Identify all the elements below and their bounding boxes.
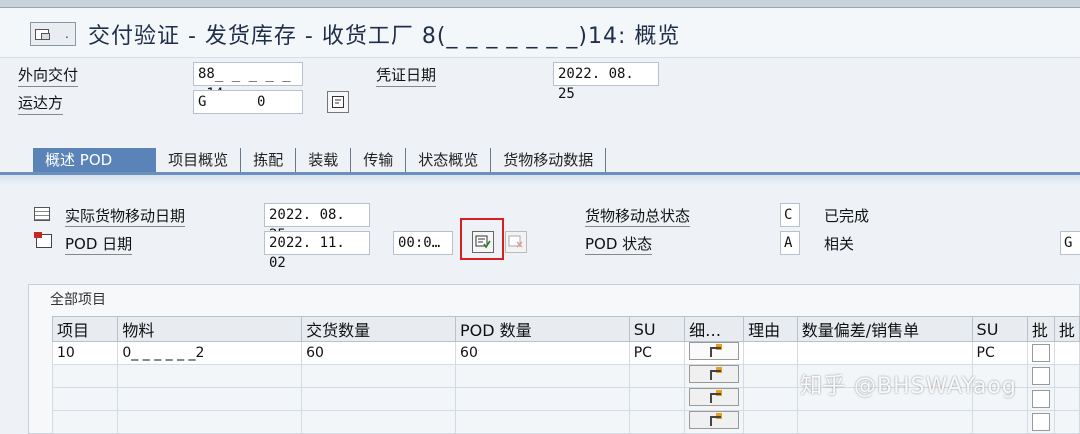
cell-su-2: PC <box>971 341 1028 365</box>
col-reason[interactable]: 理由 <box>743 316 798 342</box>
col-su[interactable]: SU <box>628 316 686 342</box>
col-material[interactable]: 物料 <box>117 316 303 342</box>
col-pod-qty[interactable]: POD 数量 <box>455 316 630 342</box>
cell-qty-variance[interactable] <box>796 341 973 365</box>
cell-item: 10 <box>51 341 119 365</box>
tab-strip: 概述 POD 项目概览 拣配 装载 传输 状态概览 货物移动数据 <box>33 147 607 173</box>
gm-status-label: 货物移动总状态 <box>585 207 691 227</box>
cell-pod-qty[interactable]: 60 <box>455 341 630 365</box>
actual-gm-date-field[interactable]: 2022. 08. 25 <box>264 203 370 243</box>
tab-goods-movement-data[interactable]: 货物移动数据 <box>491 148 607 172</box>
cancel-pod-icon[interactable] <box>505 231 527 253</box>
cell-reason[interactable] <box>743 341 798 365</box>
window-menu-icon[interactable]: . <box>30 22 76 46</box>
col-batch[interactable]: 批 <box>1026 316 1055 342</box>
cell-su: PC <box>628 341 686 365</box>
document-date-label: 凭证日期 <box>376 64 437 87</box>
empty-detail-button[interactable] <box>689 388 740 406</box>
tab-overview-pod[interactable]: 概述 POD <box>33 148 157 172</box>
tab-item-overview[interactable]: 项目概览 <box>156 148 242 172</box>
col-batch-2[interactable]: 批 <box>1053 316 1080 342</box>
confirm-pod-icon[interactable] <box>472 231 494 253</box>
table-row[interactable] <box>51 410 1080 434</box>
batch-checkbox[interactable] <box>1031 413 1050 431</box>
actual-gm-date-label: 实际货物移动日期 <box>65 207 186 227</box>
ship-to-label: 运达方 <box>18 92 64 115</box>
col-su-2[interactable]: SU <box>971 316 1028 342</box>
tab-picking[interactable]: 拣配 <box>241 148 297 172</box>
cell-delivery-qty: 60 <box>301 341 457 365</box>
col-item[interactable]: 项目 <box>51 316 119 342</box>
pod-date-label: POD 日期 <box>65 235 133 255</box>
batch-checkbox[interactable] <box>1031 390 1050 408</box>
col-delivery-qty[interactable]: 交货数量 <box>301 316 457 342</box>
batch-checkbox[interactable] <box>1031 367 1050 385</box>
outbound-delivery-label: 外向交付 <box>18 64 79 87</box>
empty-detail-button[interactable] <box>689 411 740 429</box>
title-bar: . 交付验证 - 发货库存 - 收货工厂 8(_ _ _ _ _ _ _)14:… <box>0 8 1080 58</box>
table-row[interactable]: 10 0_ _ _ _ _ _2 60 60 PC PC <box>51 341 1080 365</box>
item-detail-icon[interactable] <box>689 342 740 360</box>
window-icon <box>35 28 50 40</box>
cell-batch-2 <box>1053 341 1080 365</box>
display-detail-icon[interactable] <box>327 91 349 113</box>
batch-checkbox[interactable] <box>1031 344 1050 362</box>
tab-transport[interactable]: 传输 <box>351 148 407 172</box>
empty-detail-button[interactable] <box>689 365 740 383</box>
gm-status-text: 已完成 <box>824 207 870 225</box>
right-cut-field[interactable]: G <box>1060 231 1080 255</box>
cell-batch <box>1026 341 1055 365</box>
outbound-delivery-field[interactable]: 88_ _ _ _ _ _14 <box>193 62 303 102</box>
page-title: 交付验证 - 发货库存 - 收货工厂 8(_ _ _ _ _ _ _)14: 概… <box>88 24 681 49</box>
document-list-icon <box>34 207 50 221</box>
pod-time-field[interactable]: 00:0… <box>393 231 453 255</box>
pod-status-label: POD 状态 <box>585 235 653 255</box>
ship-to-field[interactable]: G 0 <box>193 90 303 114</box>
pod-date-field[interactable]: 2022. 11. 02 <box>264 231 370 271</box>
tab-loading[interactable]: 装载 <box>296 148 352 172</box>
window-topbar <box>0 0 1080 8</box>
document-date-field[interactable]: 2022. 08. 25 <box>553 62 659 102</box>
items-panel-title: 全部项目 <box>50 292 106 308</box>
watermark: 知乎 @BHSWAYaog <box>800 374 1017 399</box>
col-qty-variance[interactable]: 数量偏差/销售单 <box>796 316 973 342</box>
pod-document-icon <box>34 232 52 248</box>
tab-status-overview[interactable]: 状态概览 <box>406 148 492 172</box>
cell-detail <box>684 341 745 365</box>
pod-status-code: A <box>780 231 800 255</box>
pod-status-text: 相关 <box>824 235 855 253</box>
gm-status-code: C <box>780 203 800 227</box>
cell-material: 0_ _ _ _ _ _2 <box>117 341 303 365</box>
col-detail[interactable]: 细… <box>684 316 745 342</box>
